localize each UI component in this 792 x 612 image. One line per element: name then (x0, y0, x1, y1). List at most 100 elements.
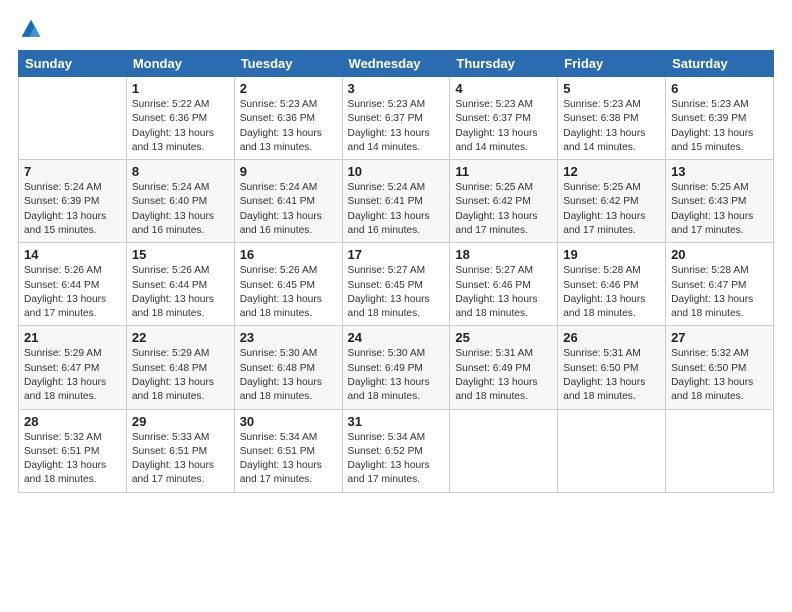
day-info: Sunrise: 5:30 AM Sunset: 6:48 PM Dayligh… (240, 347, 337, 404)
weekday-header-thursday: Thursday (450, 51, 558, 77)
day-info: Sunrise: 5:28 AM Sunset: 6:47 PM Dayligh… (671, 264, 768, 321)
day-info: Sunrise: 5:25 AM Sunset: 6:43 PM Dayligh… (671, 181, 768, 238)
weekday-header-wednesday: Wednesday (342, 51, 450, 77)
day-info: Sunrise: 5:29 AM Sunset: 6:48 PM Dayligh… (132, 347, 229, 404)
weekday-header-sunday: Sunday (19, 51, 127, 77)
day-number: 27 (671, 330, 768, 345)
calendar-cell: 9 Sunrise: 5:24 AM Sunset: 6:41 PM Daylig… (234, 160, 342, 243)
day-info: Sunrise: 5:24 AM Sunset: 6:39 PM Dayligh… (24, 181, 121, 238)
day-info: Sunrise: 5:32 AM Sunset: 6:50 PM Dayligh… (671, 347, 768, 404)
day-info: Sunrise: 5:23 AM Sunset: 6:38 PM Dayligh… (563, 98, 660, 155)
calendar-cell: 16Sunrise: 5:26 AM Sunset: 6:45 PM Dayli… (234, 243, 342, 326)
day-info: Sunrise: 5:34 AM Sunset: 6:52 PM Dayligh… (348, 431, 445, 488)
day-number: 25 (455, 330, 552, 345)
day-number: 14 (24, 247, 121, 262)
day-number: 6 (671, 81, 768, 96)
weekday-header-saturday: Saturday (666, 51, 774, 77)
calendar-cell: 25 Sunrise: 5:31 AM Sunset: 6:49 PM Dayli… (450, 326, 558, 409)
day-number: 30 (240, 414, 337, 429)
day-info: Sunrise: 5:30 AM Sunset: 6:49 PM Dayligh… (348, 347, 445, 404)
calendar-cell: 22 Sunrise: 5:29 AM Sunset: 6:48 PM Dayli… (126, 326, 234, 409)
calendar-cell: 17Sunrise: 5:27 AM Sunset: 6:45 PM Dayli… (342, 243, 450, 326)
day-number: 21 (24, 330, 121, 345)
day-number: 29 (132, 414, 229, 429)
day-info: Sunrise: 5:23 AM Sunset: 6:39 PM Dayligh… (671, 98, 768, 155)
day-number: 2 (240, 81, 337, 96)
calendar-cell: 29Sunrise: 5:33 AM Sunset: 6:51 PM Dayli… (126, 409, 234, 492)
calendar-cell: 23 Sunrise: 5:30 AM Sunset: 6:48 PM Dayli… (234, 326, 342, 409)
day-info: Sunrise: 5:23 AM Sunset: 6:37 PM Dayligh… (455, 98, 552, 155)
calendar-cell: 14Sunrise: 5:26 AM Sunset: 6:44 PM Dayli… (19, 243, 127, 326)
calendar-cell: 21 Sunrise: 5:29 AM Sunset: 6:47 PM Dayli… (19, 326, 127, 409)
day-number: 4 (455, 81, 552, 96)
day-number: 8 (132, 164, 229, 179)
calendar-cell: 20 Sunrise: 5:28 AM Sunset: 6:47 PM Dayli… (666, 243, 774, 326)
day-number: 10 (348, 164, 445, 179)
calendar-week-row: 1 Sunrise: 5:22 AM Sunset: 6:36 PM Daylig… (19, 77, 774, 160)
day-number: 22 (132, 330, 229, 345)
day-number: 19 (563, 247, 660, 262)
day-info: Sunrise: 5:24 AM Sunset: 6:40 PM Dayligh… (132, 181, 229, 238)
day-info: Sunrise: 5:26 AM Sunset: 6:44 PM Dayligh… (132, 264, 229, 321)
day-info: Sunrise: 5:24 AM Sunset: 6:41 PM Dayligh… (240, 181, 337, 238)
calendar-cell: 5 Sunrise: 5:23 AM Sunset: 6:38 PM Daylig… (558, 77, 666, 160)
logo-icon (20, 18, 42, 40)
calendar-cell: 10 Sunrise: 5:24 AM Sunset: 6:41 PM Dayli… (342, 160, 450, 243)
calendar-table: SundayMondayTuesdayWednesdayThursdayFrid… (18, 50, 774, 493)
weekday-header-tuesday: Tuesday (234, 51, 342, 77)
day-info: Sunrise: 5:24 AM Sunset: 6:41 PM Dayligh… (348, 181, 445, 238)
calendar-cell (558, 409, 666, 492)
day-info: Sunrise: 5:31 AM Sunset: 6:49 PM Dayligh… (455, 347, 552, 404)
calendar-body: 1 Sunrise: 5:22 AM Sunset: 6:36 PM Daylig… (19, 77, 774, 493)
calendar-cell: 27 Sunrise: 5:32 AM Sunset: 6:50 PM Dayli… (666, 326, 774, 409)
calendar-cell: 28 Sunrise: 5:32 AM Sunset: 6:51 PM Dayli… (19, 409, 127, 492)
calendar-cell: 18Sunrise: 5:27 AM Sunset: 6:46 PM Dayli… (450, 243, 558, 326)
calendar-cell: 12 Sunrise: 5:25 AM Sunset: 6:42 PM Dayli… (558, 160, 666, 243)
calendar-cell (450, 409, 558, 492)
weekday-header-row: SundayMondayTuesdayWednesdayThursdayFrid… (19, 51, 774, 77)
day-number: 9 (240, 164, 337, 179)
day-info: Sunrise: 5:27 AM Sunset: 6:46 PM Dayligh… (455, 264, 552, 321)
weekday-header-friday: Friday (558, 51, 666, 77)
day-info: Sunrise: 5:34 AM Sunset: 6:51 PM Dayligh… (240, 431, 337, 488)
day-number: 12 (563, 164, 660, 179)
day-number: 26 (563, 330, 660, 345)
calendar-week-row: 21 Sunrise: 5:29 AM Sunset: 6:47 PM Dayli… (19, 326, 774, 409)
calendar-cell: 15 Sunrise: 5:26 AM Sunset: 6:44 PM Dayli… (126, 243, 234, 326)
calendar-cell: 26 Sunrise: 5:31 AM Sunset: 6:50 PM Dayli… (558, 326, 666, 409)
calendar-cell: 19 Sunrise: 5:28 AM Sunset: 6:46 PM Dayli… (558, 243, 666, 326)
day-info: Sunrise: 5:29 AM Sunset: 6:47 PM Dayligh… (24, 347, 121, 404)
calendar-cell (666, 409, 774, 492)
calendar-cell: 24 Sunrise: 5:30 AM Sunset: 6:49 PM Dayli… (342, 326, 450, 409)
day-number: 23 (240, 330, 337, 345)
day-info: Sunrise: 5:25 AM Sunset: 6:42 PM Dayligh… (563, 181, 660, 238)
logo (18, 18, 42, 42)
day-number: 5 (563, 81, 660, 96)
day-number: 31 (348, 414, 445, 429)
weekday-header-monday: Monday (126, 51, 234, 77)
day-number: 20 (671, 247, 768, 262)
day-info: Sunrise: 5:23 AM Sunset: 6:37 PM Dayligh… (348, 98, 445, 155)
day-number: 3 (348, 81, 445, 96)
day-info: Sunrise: 5:31 AM Sunset: 6:50 PM Dayligh… (563, 347, 660, 404)
day-number: 15 (132, 247, 229, 262)
calendar-cell: 6 Sunrise: 5:23 AM Sunset: 6:39 PM Daylig… (666, 77, 774, 160)
day-number: 17 (348, 247, 445, 262)
calendar-cell (19, 77, 127, 160)
day-info: Sunrise: 5:22 AM Sunset: 6:36 PM Dayligh… (132, 98, 229, 155)
day-number: 16 (240, 247, 337, 262)
calendar-cell: 3 Sunrise: 5:23 AM Sunset: 6:37 PM Daylig… (342, 77, 450, 160)
calendar-week-row: 14 Sunrise: 5:26 AM Sunset: 6:44 PM Dayli… (19, 243, 774, 326)
day-number: 28 (24, 414, 121, 429)
header-row (18, 18, 774, 42)
calendar-cell: 2Sunrise: 5:23 AM Sunset: 6:36 PM Daylig… (234, 77, 342, 160)
calendar-cell: 7 Sunrise: 5:24 AM Sunset: 6:39 PM Daylig… (19, 160, 127, 243)
calendar-header: SundayMondayTuesdayWednesdayThursdayFrid… (19, 51, 774, 77)
day-number: 24 (348, 330, 445, 345)
day-number: 1 (132, 81, 229, 96)
day-info: Sunrise: 5:32 AM Sunset: 6:51 PM Dayligh… (24, 431, 121, 488)
calendar-cell: 4 Sunrise: 5:23 AM Sunset: 6:37 PM Daylig… (450, 77, 558, 160)
day-number: 7 (24, 164, 121, 179)
day-info: Sunrise: 5:28 AM Sunset: 6:46 PM Dayligh… (563, 264, 660, 321)
calendar-cell: 30 Sunrise: 5:34 AM Sunset: 6:51 PM Dayli… (234, 409, 342, 492)
